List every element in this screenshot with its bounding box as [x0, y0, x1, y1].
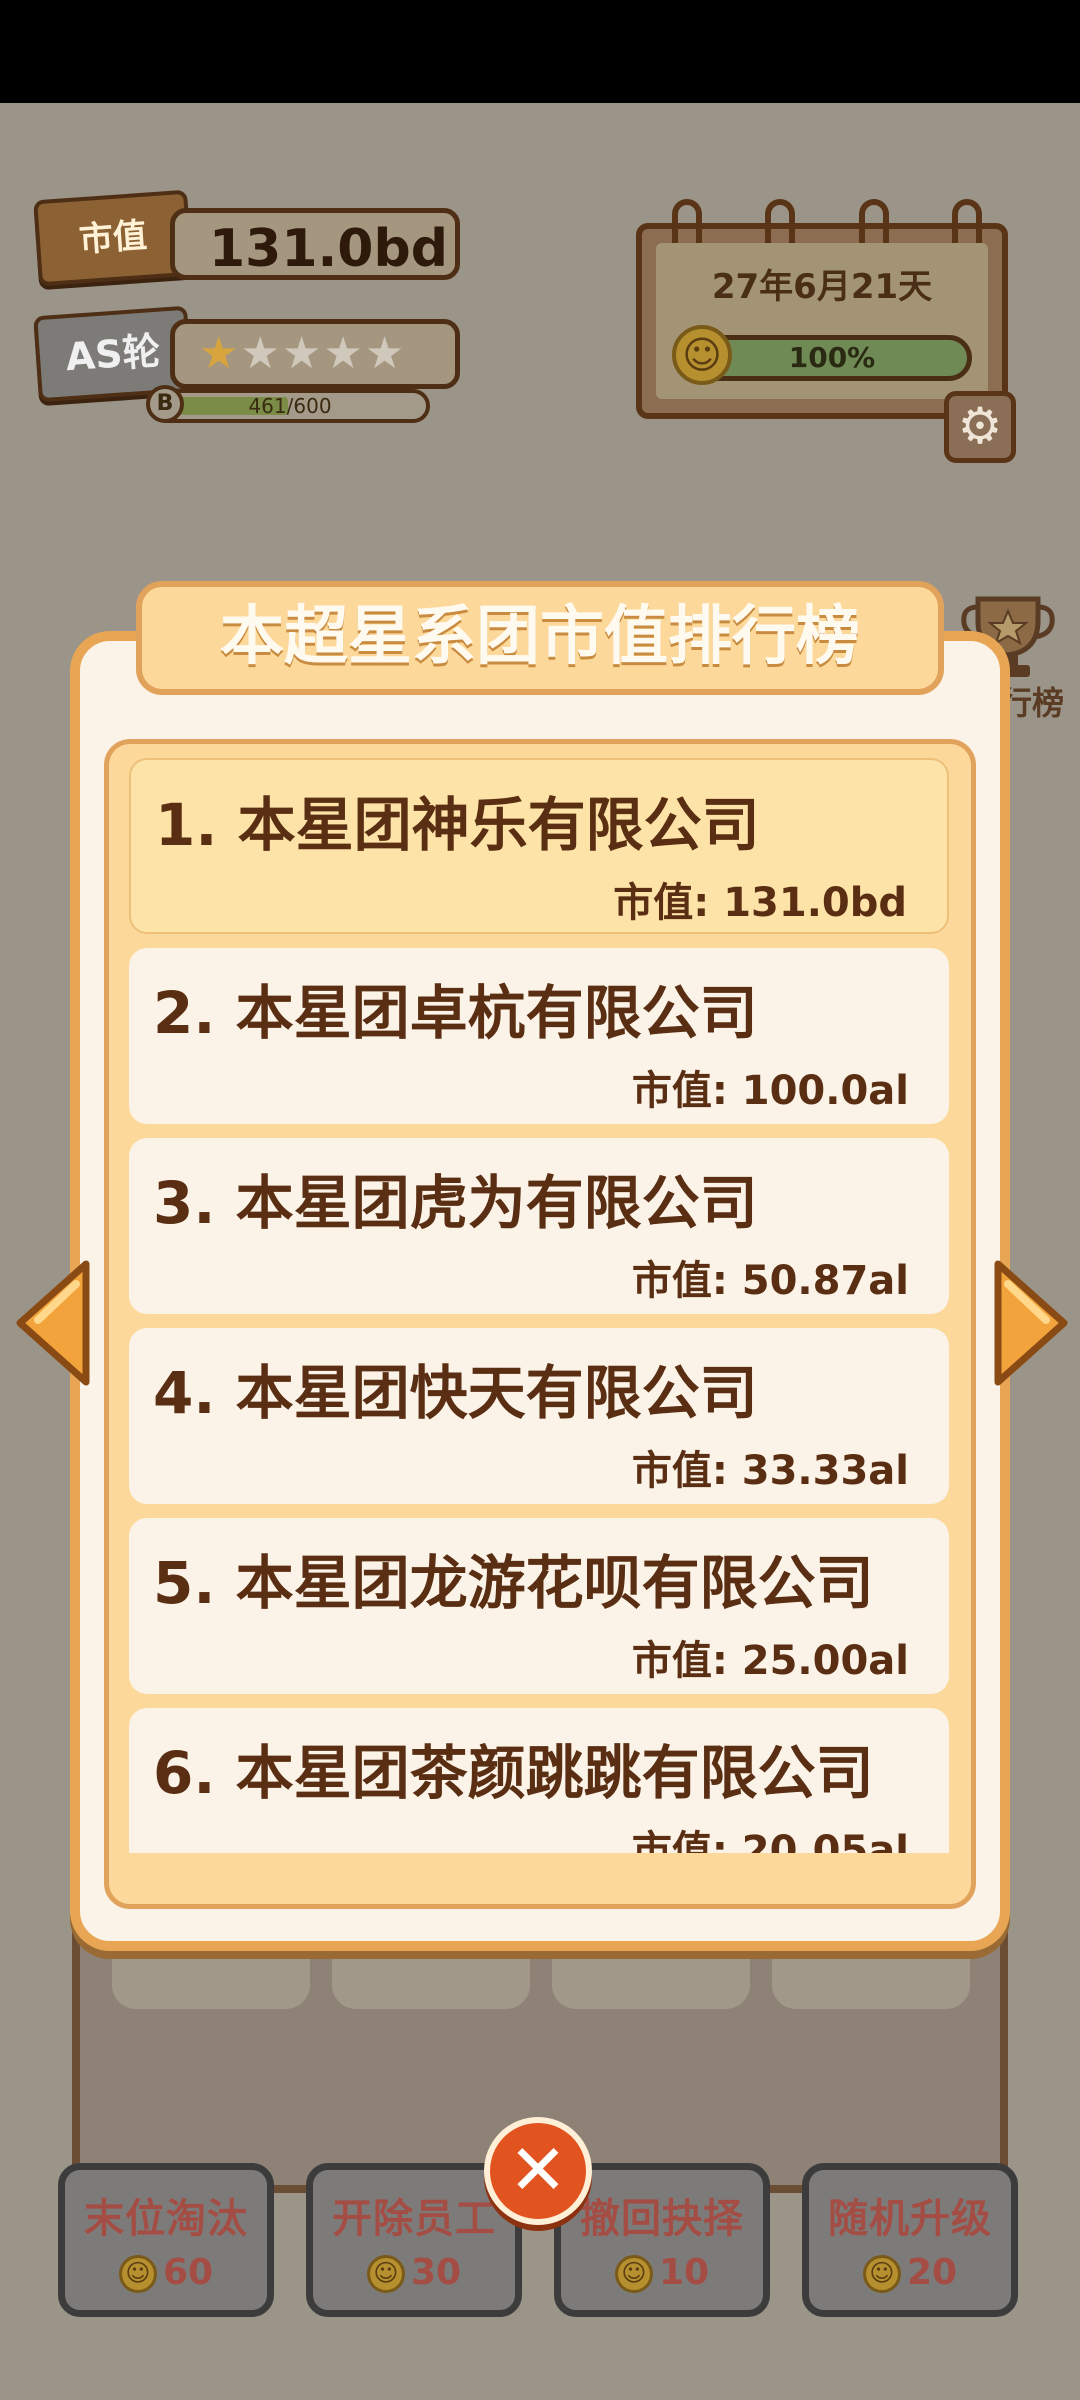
- star-empty-icon: ★: [240, 328, 282, 379]
- action-button-label: 末位淘汰: [84, 2196, 248, 2242]
- company-market-value: 市值: 33.33al: [631, 1448, 909, 1494]
- rank-card: 6. 本星团茶颜跳跳有限公司 市值: 20.05al: [129, 1708, 949, 1853]
- action-button-cost: ☺ 10: [561, 2252, 763, 2293]
- status-bar: [0, 0, 1080, 103]
- company-market-value: 市值: 100.0al: [631, 1068, 909, 1114]
- rank-card: 4. 本星团快天有限公司 市值: 33.33al: [129, 1328, 949, 1504]
- company-market-value: 市值: 25.00al: [631, 1638, 909, 1684]
- cost-value: 20: [906, 2252, 958, 2293]
- smiley-coin-icon: ☺: [366, 2255, 405, 2293]
- rank-card: 3. 本星团虎为有限公司 市值: 50.87al: [129, 1138, 949, 1314]
- action-button-label: 随机升级: [828, 2196, 992, 2242]
- company-market-value: 市值: 50.87al: [631, 1258, 909, 1304]
- company-name: 6. 本星团茶颜跳跳有限公司: [153, 1739, 874, 1807]
- cost-value: 10: [658, 2252, 710, 2293]
- action-button-eliminate-last[interactable]: 末位淘汰 ☺ 60: [58, 2163, 274, 2317]
- smiley-coin-icon: ☺: [614, 2255, 653, 2293]
- smiley-coin-icon: ☺: [862, 2255, 901, 2293]
- action-button-random-upgrade[interactable]: 随机升级 ☺ 20: [802, 2163, 1018, 2317]
- company-market-value: 市值: 20.05al: [631, 1828, 909, 1853]
- calendar-rings: [672, 199, 982, 243]
- action-button-cost: ☺ 60: [65, 2252, 267, 2293]
- calendar-widget: 27年6月21天 100% ☺: [636, 199, 1008, 419]
- action-button-cost: ☺ 20: [809, 2252, 1011, 2293]
- action-button-label: 开除员工: [332, 2196, 496, 2242]
- market-value-display: 131.0bd: [170, 208, 460, 280]
- cost-value: 60: [162, 2252, 214, 2293]
- company-name: 5. 本星团龙游花呗有限公司: [153, 1549, 874, 1617]
- ring-icon: [858, 199, 889, 243]
- modal-title: 本超星系团市值排行榜: [136, 581, 944, 695]
- star-empty-icon: ★: [364, 328, 407, 379]
- calendar-date: 27年6月21天: [711, 267, 933, 307]
- previous-arrow-icon[interactable]: [10, 1258, 94, 1388]
- rank-card: 2. 本星团卓杭有限公司 市值: 100.0al: [129, 948, 949, 1124]
- ring-icon: [951, 199, 982, 243]
- action-button-label: 撤回抉择: [580, 2196, 744, 2242]
- action-button-cost: ☺ 30: [313, 2252, 515, 2293]
- rank-card: 5. 本星团龙游花呗有限公司 市值: 25.00al: [129, 1518, 949, 1694]
- smiley-icon: ☺: [672, 325, 732, 385]
- star-rating: ★★★★★: [170, 319, 460, 389]
- company-name: 3. 本星团虎为有限公司: [153, 1169, 758, 1237]
- company-name: 1. 本星团神乐有限公司: [155, 791, 760, 859]
- gear-icon[interactable]: ⚙: [944, 391, 1016, 463]
- company-name: 2. 本星团卓杭有限公司: [153, 979, 758, 1047]
- xp-progress-text: 461/600: [248, 394, 332, 418]
- star-empty-icon: ★: [323, 328, 365, 379]
- company-market-value: 市值: 131.0bd: [613, 880, 907, 926]
- star-filled-icon: ★: [199, 328, 241, 379]
- mood-progress-text: 100%: [788, 341, 876, 374]
- leaderboard-scroll-area[interactable]: 1. 本星团神乐有限公司 市值: 131.0bd 2. 本星团卓杭有限公司 市值…: [129, 758, 949, 1853]
- rank-card: 1. 本星团神乐有限公司 市值: 131.0bd: [129, 758, 949, 934]
- market-value-tag: 市值: [33, 189, 193, 287]
- mood-progress-bar: 100%: [692, 335, 972, 381]
- ring-icon: [765, 199, 796, 243]
- cost-value: 30: [410, 2252, 462, 2293]
- xp-progress-bar: 461/600: [150, 389, 430, 423]
- star-empty-icon: ★: [281, 328, 324, 379]
- game-area: 市值 131.0bd AS轮 ★★★★★ 461/600 B 27年6月21天 …: [0, 103, 1080, 2400]
- level-badge: B: [146, 385, 184, 423]
- smiley-coin-icon: ☺: [118, 2255, 157, 2293]
- leaderboard-list[interactable]: 1. 本星团神乐有限公司 市值: 131.0bd 2. 本星团卓杭有限公司 市值…: [104, 739, 976, 1909]
- company-name: 4. 本星团快天有限公司: [153, 1359, 758, 1427]
- close-icon[interactable]: ✕: [484, 2117, 592, 2225]
- next-arrow-icon[interactable]: [990, 1258, 1074, 1388]
- ring-icon: [672, 199, 702, 243]
